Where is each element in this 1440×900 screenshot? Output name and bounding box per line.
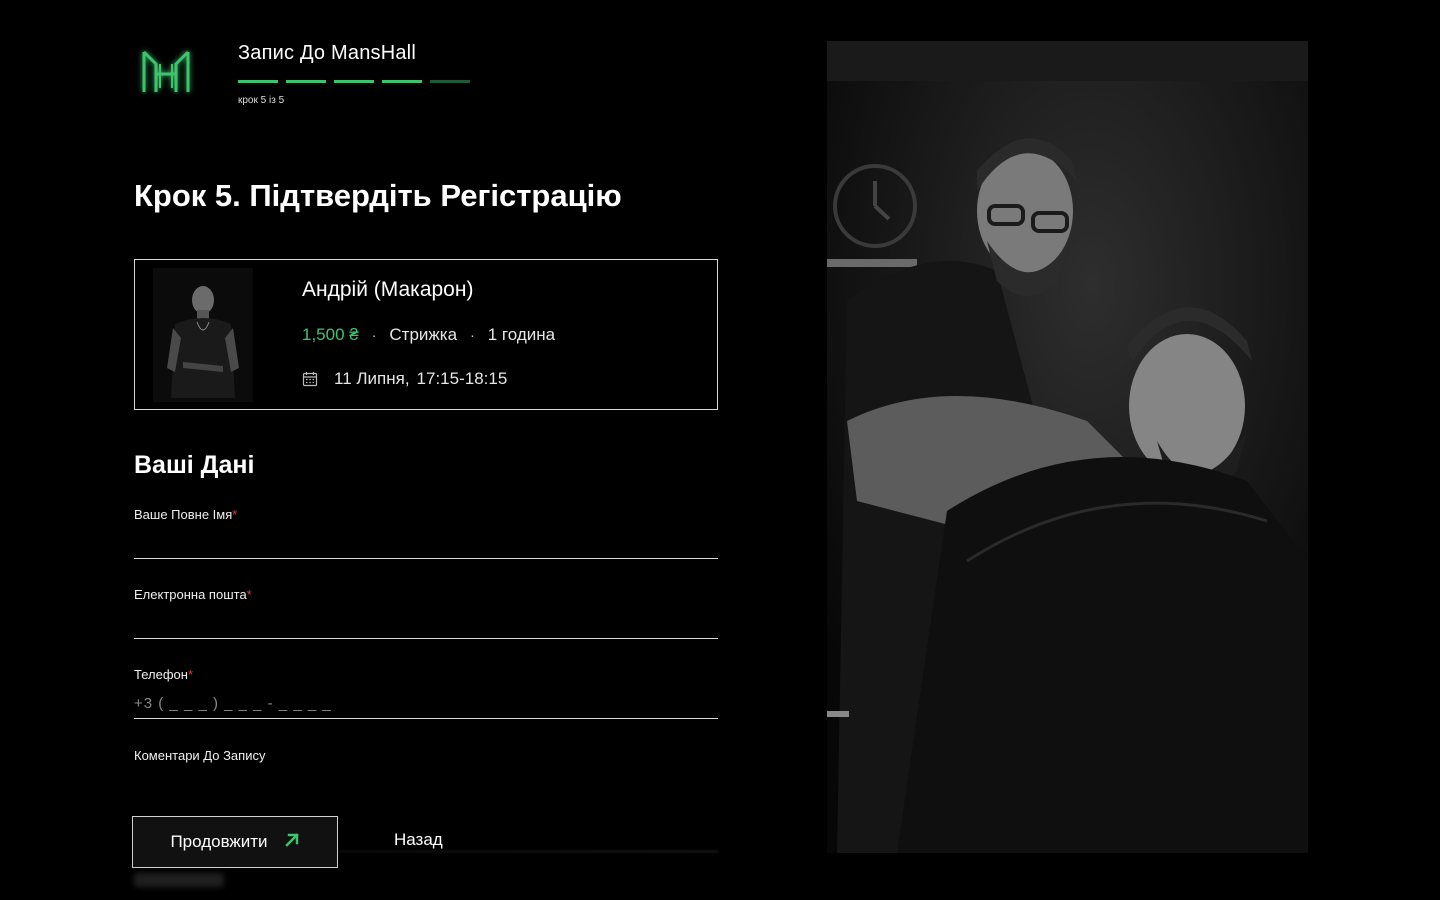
app-title: Запис До MansHall: [238, 42, 416, 64]
page-title: Крок 5. Підтвердіть Регістрацію: [134, 178, 622, 213]
phone-label: Телефон*: [134, 667, 193, 682]
progress-segment-3: [334, 80, 374, 83]
phone-input[interactable]: [134, 688, 718, 718]
booking-summary-card: Андрій (Макарон) 1,500 ₴ · Стрижка · 1 г…: [134, 259, 718, 410]
email-label: Електронна пошта*: [134, 587, 252, 602]
progress-bar: [238, 80, 470, 83]
separator-dot: ·: [371, 327, 377, 343]
barber-name: Андрій (Макарон): [302, 278, 474, 301]
step-counter: крок 5 із 5: [238, 95, 285, 106]
barbershop-photo: [827, 41, 1308, 853]
email-input[interactable]: [134, 608, 718, 638]
full-name-input[interactable]: [134, 528, 718, 558]
section-title: Ваші Дані: [134, 451, 255, 479]
continue-button[interactable]: Продовжити: [132, 816, 338, 868]
booking-date: 11 Липня,: [334, 369, 410, 388]
booking-time: 17:15-18:15: [416, 369, 508, 388]
progress-segment-2: [286, 80, 326, 83]
service-name: Стрижка: [389, 325, 458, 344]
full-name-label: Ваше Повне Імя*: [134, 507, 238, 522]
continue-label: Продовжити: [170, 832, 268, 851]
service-meta: 1,500 ₴ · Стрижка · 1 година: [302, 325, 555, 345]
booking-datetime: 11 Липня, 17:15-18:15: [302, 369, 507, 389]
separator-dot: ·: [470, 327, 475, 343]
calendar-icon: [302, 371, 318, 387]
back-button[interactable]: Назад: [394, 830, 443, 850]
barber-photo: [153, 268, 253, 402]
email-field: Електронна пошта*: [134, 587, 718, 639]
service-price: 1,500 ₴: [302, 325, 359, 344]
fade-overflow-text: [134, 873, 224, 887]
progress-segment-4: [382, 80, 422, 83]
phone-field: Телефон*: [134, 667, 718, 719]
full-name-field: Ваше Повне Імя*: [134, 507, 718, 559]
mansHall-logo[interactable]: [134, 40, 198, 104]
comment-label: Коментари До Запису: [134, 748, 266, 763]
progress-segment-1: [238, 80, 278, 83]
service-duration: 1 година: [487, 325, 556, 344]
arrow-up-right-icon: [284, 832, 300, 853]
progress-segment-5: [430, 80, 470, 83]
